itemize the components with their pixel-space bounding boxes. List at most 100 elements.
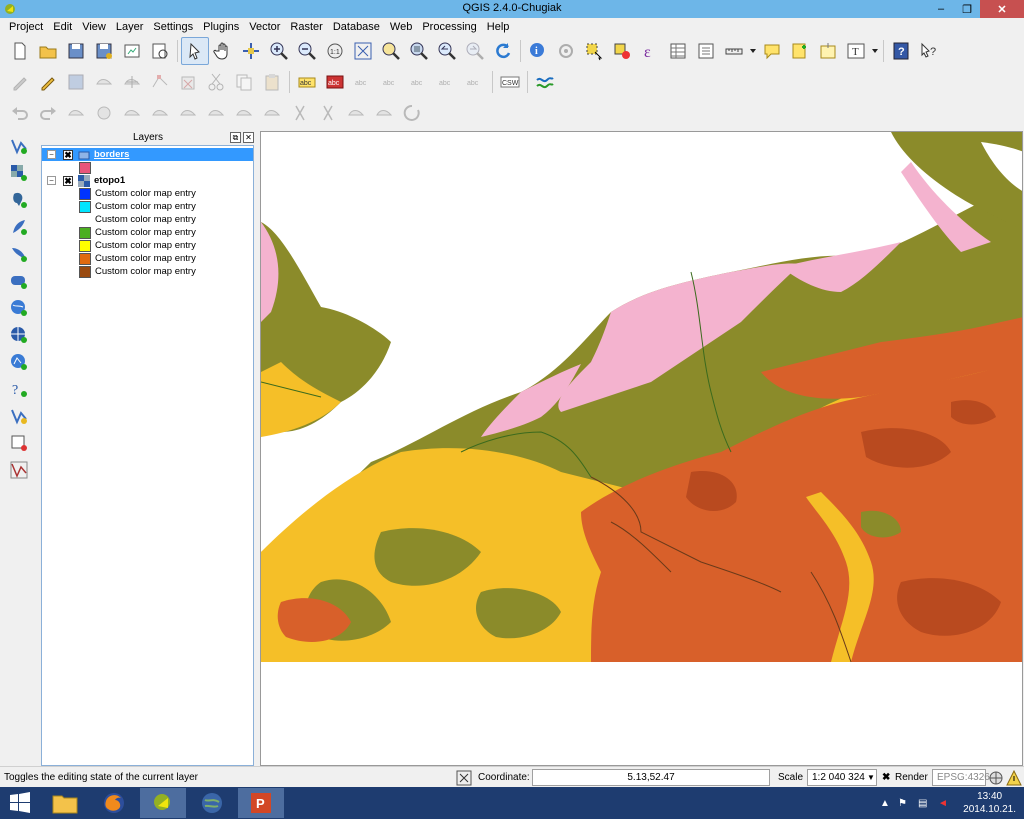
pan-map-icon[interactable] <box>181 37 209 65</box>
action-center-flag-icon[interactable]: ⚑ <box>898 787 907 819</box>
collapse-toggle[interactable]: − <box>47 176 56 185</box>
change-label-icon[interactable]: abc <box>461 68 489 96</box>
minimize-button[interactable]: – <box>928 0 954 18</box>
identify-features-icon[interactable]: i <box>524 37 552 65</box>
refresh-icon[interactable] <box>489 37 517 65</box>
node-tool-icon[interactable] <box>146 68 174 96</box>
split-parts-icon[interactable] <box>314 99 342 127</box>
toggle-editing-icon[interactable] <box>34 68 62 96</box>
rotate-point-symbols-icon[interactable] <box>398 99 426 127</box>
statistical-summary-icon[interactable] <box>692 37 720 65</box>
add-part-icon[interactable] <box>146 99 174 127</box>
new-bookmark-icon[interactable] <box>786 37 814 65</box>
zoom-next-icon[interactable] <box>461 37 489 65</box>
collapse-toggle[interactable]: − <box>47 150 56 159</box>
menu-processing[interactable]: Processing <box>417 18 481 36</box>
layer-name[interactable]: borders <box>94 149 129 160</box>
undo-icon[interactable] <box>6 99 34 127</box>
pan-to-selection-icon[interactable] <box>237 37 265 65</box>
layer-visibility-checkbox[interactable]: ✖ <box>63 149 73 160</box>
coordinate-toggle-icon[interactable] <box>456 770 472 786</box>
layer-row-etopo1[interactable]: − ✖ etopo1 <box>42 174 253 187</box>
zoom-to-layer-icon[interactable] <box>405 37 433 65</box>
taskbar-powerpoint[interactable]: P <box>238 788 284 818</box>
add-wfs-layer-icon[interactable] <box>5 348 33 375</box>
text-annotation-icon[interactable]: T <box>842 37 870 65</box>
add-ring-icon[interactable] <box>118 99 146 127</box>
save-edits-icon[interactable] <box>62 68 90 96</box>
menu-web[interactable]: Web <box>385 18 417 36</box>
show-hide-labels-icon[interactable]: abc <box>377 68 405 96</box>
move-label-icon[interactable]: abc <box>405 68 433 96</box>
delete-selected-icon[interactable] <box>174 68 202 96</box>
measure-dropdown-icon[interactable] <box>748 37 758 65</box>
pin-labels-icon[interactable]: abc <box>349 68 377 96</box>
map-canvas[interactable] <box>260 131 1023 766</box>
deselect-features-icon[interactable] <box>608 37 636 65</box>
current-edits-icon[interactable] <box>6 68 34 96</box>
attribute-table-icon[interactable] <box>664 37 692 65</box>
help-contents-icon[interactable]: ? <box>887 37 915 65</box>
menu-help[interactable]: Help <box>482 18 515 36</box>
zoom-out-icon[interactable] <box>293 37 321 65</box>
zoom-in-icon[interactable] <box>265 37 293 65</box>
taskbar-firefox[interactable] <box>91 788 137 818</box>
csw-client-icon[interactable]: CSW <box>496 68 524 96</box>
zoom-to-selection-icon[interactable] <box>377 37 405 65</box>
open-project-icon[interactable] <box>34 37 62 65</box>
menu-layer[interactable]: Layer <box>111 18 149 36</box>
taskbar-qgis[interactable] <box>140 788 186 818</box>
close-panel-button[interactable]: ✕ <box>243 132 254 143</box>
menu-database[interactable]: Database <box>328 18 385 36</box>
layer-visibility-checkbox[interactable]: ✖ <box>63 175 73 186</box>
taskbar-file-explorer[interactable] <box>42 788 88 818</box>
show-bookmarks-icon[interactable] <box>814 37 842 65</box>
layer-name[interactable]: etopo1 <box>94 175 125 186</box>
annotation-dropdown-icon[interactable] <box>870 37 880 65</box>
messages-warning-icon[interactable] <box>1006 770 1022 786</box>
menu-plugins[interactable]: Plugins <box>198 18 244 36</box>
add-delimited-text-icon[interactable]: ? <box>5 375 33 402</box>
menu-settings[interactable]: Settings <box>148 18 198 36</box>
copy-features-icon[interactable] <box>230 68 258 96</box>
redo-icon[interactable] <box>34 99 62 127</box>
new-shapefile-layer-icon[interactable] <box>5 132 33 159</box>
select-features-icon[interactable] <box>580 37 608 65</box>
add-spatialite-layer-icon[interactable] <box>5 213 33 240</box>
reshape-features-icon[interactable] <box>230 99 258 127</box>
menu-project[interactable]: Project <box>4 18 48 36</box>
new-vector-layer-icon[interactable] <box>5 402 33 429</box>
new-project-icon[interactable] <box>6 37 34 65</box>
coordinate-field[interactable]: 5.13,52.47 <box>532 769 770 786</box>
maximize-button[interactable]: ❐ <box>954 0 980 18</box>
rotate-feature-icon[interactable] <box>62 99 90 127</box>
gps-tools-icon[interactable] <box>531 68 559 96</box>
menu-vector[interactable]: Vector <box>244 18 285 36</box>
merge-features-icon[interactable] <box>342 99 370 127</box>
save-project-icon[interactable] <box>62 37 90 65</box>
close-button[interactable]: ✕ <box>980 0 1024 18</box>
add-raster-layer-icon[interactable] <box>5 159 33 186</box>
menu-edit[interactable]: Edit <box>48 18 77 36</box>
add-postgis-layer-icon[interactable] <box>5 186 33 213</box>
crs-status-button[interactable]: EPSG:4326 <box>932 769 990 786</box>
layer-row-borders[interactable]: − ✖ borders <box>42 148 253 161</box>
new-temp-layer-icon[interactable] <box>5 429 33 456</box>
show-hidden-icons[interactable]: ▲ <box>880 787 890 819</box>
split-features-icon[interactable] <box>286 99 314 127</box>
projection-globe-icon[interactable] <box>988 770 1004 786</box>
start-button[interactable] <box>0 788 40 818</box>
offset-curve-icon[interactable] <box>258 99 286 127</box>
zoom-native-icon[interactable]: 1:1 <box>321 37 349 65</box>
delete-part-icon[interactable] <box>202 99 230 127</box>
add-wms-layer-icon[interactable] <box>5 294 33 321</box>
scale-dropdown-icon[interactable]: ▼ <box>867 769 875 786</box>
measure-line-icon[interactable] <box>720 37 748 65</box>
taskbar-globe-app[interactable] <box>189 788 235 818</box>
zoom-last-icon[interactable] <box>433 37 461 65</box>
save-as-icon[interactable] <box>90 37 118 65</box>
add-wcs-layer-icon[interactable] <box>5 321 33 348</box>
volume-muted-icon[interactable]: ◄ <box>938 787 948 819</box>
system-clock[interactable]: 13:40 2014.10.21. <box>963 790 1016 816</box>
new-print-composer-icon[interactable] <box>118 37 146 65</box>
